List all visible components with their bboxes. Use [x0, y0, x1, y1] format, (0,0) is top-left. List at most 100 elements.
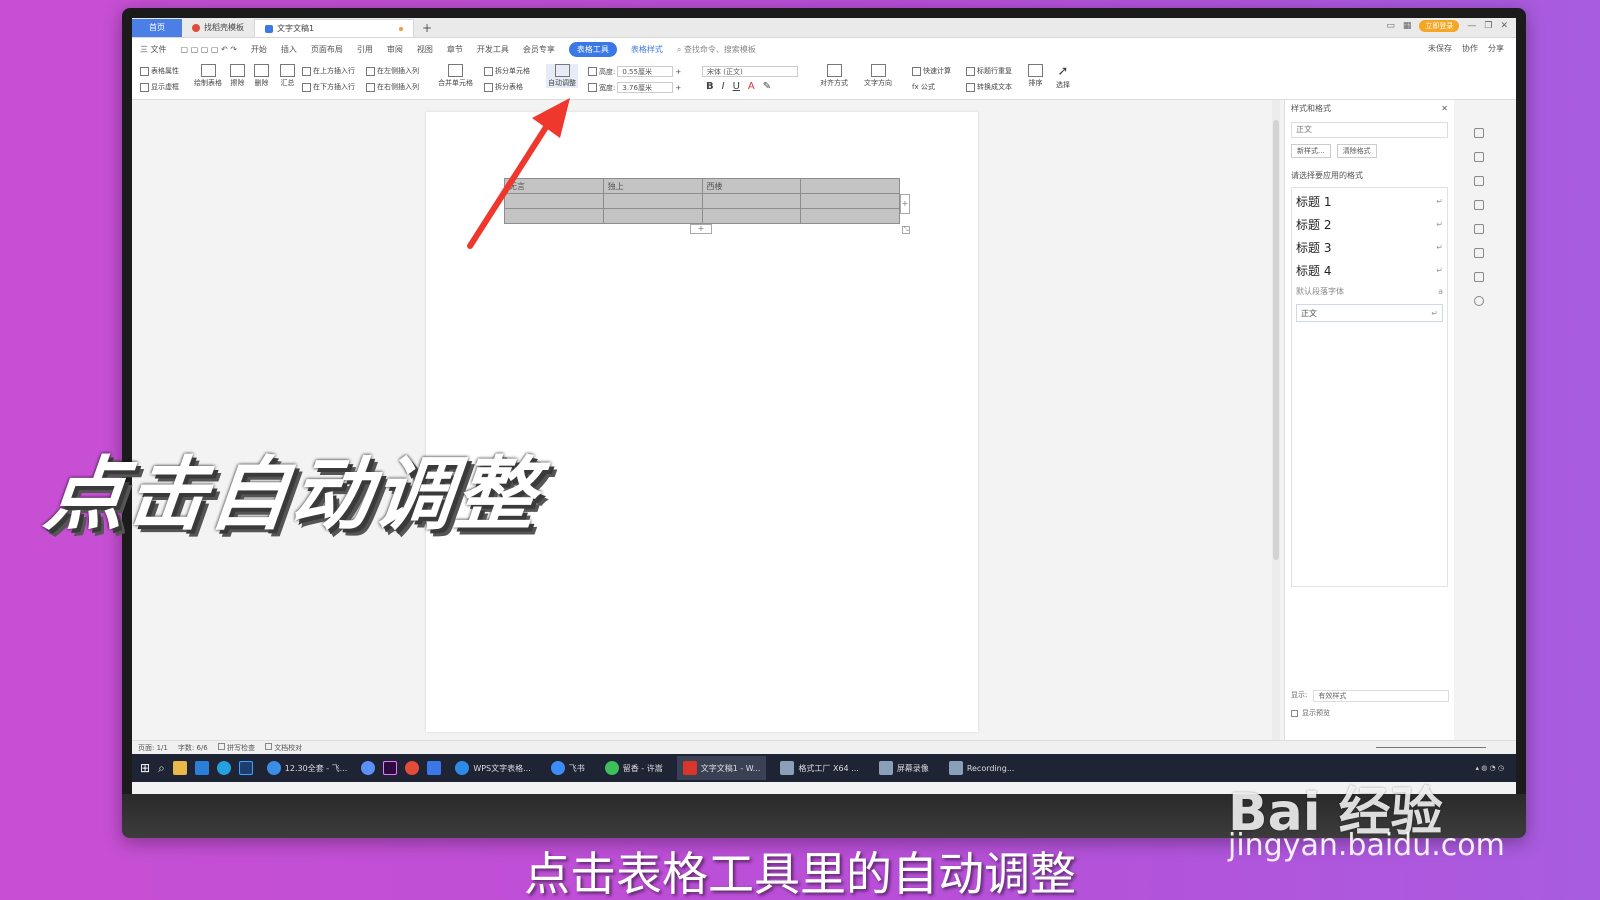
menu-devtools[interactable]: 开发工具 — [477, 44, 509, 55]
table-cell[interactable] — [800, 178, 900, 194]
table-cell[interactable]: 西楼 — [701, 178, 802, 194]
table-cell[interactable] — [701, 193, 802, 209]
table-cell[interactable] — [504, 208, 604, 224]
formula-button[interactable]: fx 公式 — [912, 82, 935, 92]
table-cell[interactable] — [602, 193, 703, 209]
table-cell[interactable] — [602, 208, 703, 224]
table-cell[interactable] — [701, 208, 802, 224]
maximize-icon[interactable]: ❐ — [1484, 21, 1492, 31]
table-cell[interactable]: 无言 — [504, 178, 604, 194]
menu-table-tools[interactable]: 表格工具 — [568, 41, 617, 57]
windows-start-icon[interactable]: ⊞ — [140, 761, 150, 775]
summary-button[interactable]: 汇总 — [280, 64, 295, 88]
document-page[interactable]: 无言 独上 西楼 + + ⤡ — [426, 112, 978, 732]
menu-view[interactable]: 视图 — [417, 44, 433, 55]
table-cell[interactable] — [504, 193, 604, 209]
proofread-button[interactable]: 文档校对 — [264, 742, 302, 753]
menu-insert[interactable]: 插入 — [281, 44, 297, 55]
font-color-button[interactable]: A — [748, 81, 755, 92]
mail-icon[interactable] — [194, 761, 209, 775]
italic-button[interactable]: I — [722, 81, 725, 92]
select-tool-icon[interactable] — [1474, 176, 1484, 186]
sort-button[interactable]: 排序 — [1028, 64, 1043, 88]
premiere-icon[interactable] — [383, 761, 398, 775]
row-height-input[interactable]: 0.55厘米 — [617, 66, 674, 77]
login-button[interactable]: 立即登录 — [1419, 20, 1460, 32]
repeat-header-button[interactable]: 标题行重复 — [966, 66, 1012, 76]
draw-table-button[interactable]: 绘制表格 — [194, 64, 222, 88]
file-explorer-icon[interactable] — [172, 761, 187, 775]
style-heading-4[interactable]: 标题 4 ↵ — [1296, 259, 1443, 282]
taskbar-item-feishu[interactable]: 飞书 — [545, 756, 591, 780]
bold-button[interactable]: B — [706, 81, 714, 92]
delete-button[interactable]: 删除 — [254, 64, 269, 88]
tab-document[interactable]: 文字文稿1 — [254, 19, 414, 37]
settings-tool-icon[interactable] — [1474, 200, 1484, 210]
preview-toggle[interactable]: 显示预览 — [1291, 708, 1330, 718]
table-props-button[interactable]: 表格属性 — [140, 66, 179, 76]
style-heading-1[interactable]: 标题 1 ↵ — [1296, 190, 1443, 213]
table-cell[interactable]: 独上 — [602, 178, 703, 194]
table-cell[interactable] — [800, 193, 900, 209]
current-style-select[interactable]: 正文 — [1291, 122, 1448, 138]
tray-icons[interactable]: ▴ ◍ ◔ ◷ — [1475, 764, 1504, 772]
app-icon[interactable] — [361, 761, 376, 775]
menu-vip[interactable]: 会员专享 — [523, 44, 555, 55]
menu-layout[interactable]: 页面布局 — [311, 44, 343, 55]
row-height-plus-icon[interactable]: + — [675, 68, 681, 76]
col-width-plus-icon[interactable]: + — [675, 84, 681, 92]
tab-home[interactable]: 首页 — [132, 19, 182, 37]
new-tab-button[interactable]: + — [414, 19, 440, 37]
document-table[interactable]: 无言 独上 西楼 — [504, 178, 900, 224]
taskbar-item-screen-record[interactable]: 屏幕录像 — [873, 756, 935, 780]
style-filter-select[interactable]: 有效样式 — [1313, 690, 1449, 702]
font-select[interactable]: 宋体 (正文) — [702, 66, 798, 77]
erase-button[interactable]: 擦除 — [230, 64, 245, 88]
vertical-scrollbar[interactable] — [1272, 100, 1280, 740]
word-count[interactable]: 字数: 6/6 — [178, 743, 208, 753]
quick-calc-button[interactable]: 快速计算 — [912, 66, 951, 76]
select-button[interactable]: ➚ 选择 — [1056, 64, 1070, 90]
scrollbar-thumb[interactable] — [1273, 120, 1279, 560]
collaborate-button[interactable]: 协作 — [1462, 43, 1478, 54]
book-tool-icon[interactable] — [1474, 272, 1484, 282]
tab-templates[interactable]: 找稻壳模板 — [182, 19, 254, 37]
split-cell-button[interactable]: 拆分单元格 — [484, 66, 530, 76]
menu-file[interactable]: 三 文件 — [140, 44, 167, 55]
spellcheck-button[interactable]: 拼写检查 — [217, 742, 255, 753]
zoom-slider[interactable] — [1376, 747, 1486, 748]
quick-access-icons[interactable]: ▢ ▢ ▢ ▢ ↶ ↷ — [181, 45, 237, 54]
taskbar-item-format-factory[interactable]: 格式工厂 X64 ... — [774, 756, 864, 780]
clear-format-button[interactable]: 清除格式 — [1336, 144, 1377, 158]
taskbar-item-recording[interactable]: Recording... — [943, 756, 1021, 780]
show-gridlines-button[interactable]: 显示虚框 — [140, 82, 179, 92]
chrome-icon[interactable] — [405, 761, 420, 775]
layout-icon[interactable]: ▭ — [1386, 21, 1395, 31]
app-icon[interactable] — [427, 761, 442, 775]
menu-chapter[interactable]: 章节 — [447, 44, 463, 55]
new-style-button[interactable]: 新样式... — [1291, 144, 1331, 158]
help-icon[interactable] — [1474, 296, 1484, 306]
style-heading-3[interactable]: 标题 3 ↵ — [1296, 236, 1443, 259]
photoshop-icon[interactable] — [238, 761, 253, 775]
menu-references[interactable]: 引用 — [357, 44, 373, 55]
insert-below-button[interactable]: 在下方插入行 — [302, 82, 355, 92]
merge-cells-button[interactable]: 合并单元格 — [438, 64, 473, 88]
table-resize-handle[interactable]: ⤡ — [902, 226, 910, 234]
style-heading-2[interactable]: 标题 2 ↵ — [1296, 213, 1443, 236]
insert-above-button[interactable]: 在上方插入行 — [302, 66, 355, 76]
taskbar-item-music[interactable]: 留香 - 许嵩 — [599, 756, 669, 780]
share-button[interactable]: 分享 — [1488, 43, 1504, 54]
menu-table-style[interactable]: 表格样式 — [631, 44, 663, 55]
text-direction-button[interactable]: 文字方向 — [864, 64, 892, 88]
insert-right-button[interactable]: 在右侧插入列 — [366, 82, 419, 92]
command-search[interactable]: ⌕ 查找命令、搜索模板 — [677, 44, 756, 55]
taskbar-item-wps-writer[interactable]: 文字文稿1 - W... — [676, 756, 767, 780]
underline-button[interactable]: U — [733, 81, 740, 92]
menu-home[interactable]: 开始 — [251, 44, 267, 55]
taskbar-item-feishu-doc[interactable]: 12.30全套 - 飞... — [261, 756, 354, 780]
split-table-button[interactable]: 拆分表格 — [484, 82, 523, 92]
browser-icon[interactable] — [216, 761, 231, 775]
location-tool-icon[interactable] — [1474, 248, 1484, 258]
highlight-icon[interactable]: ✎ — [763, 81, 771, 92]
